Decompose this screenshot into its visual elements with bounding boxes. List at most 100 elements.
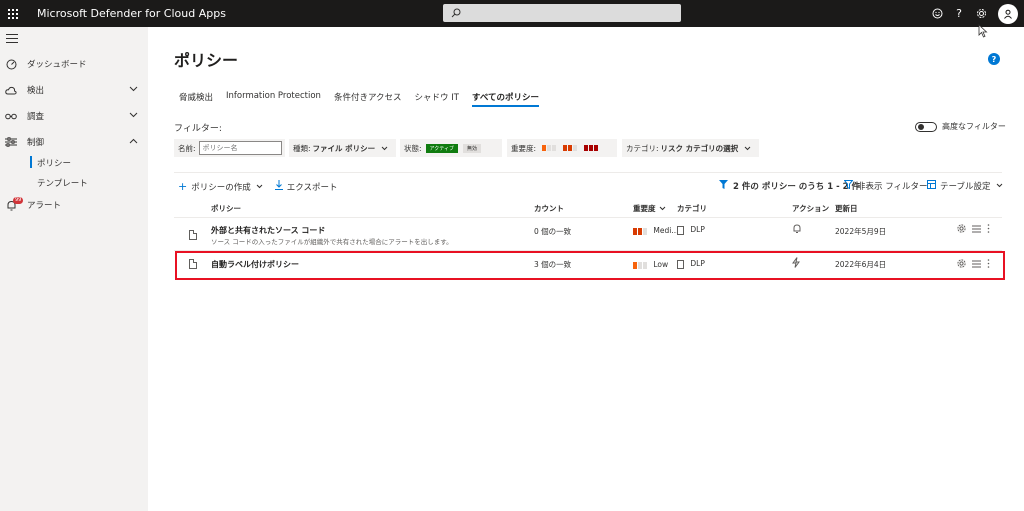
row-actions <box>951 224 990 236</box>
export-button[interactable]: エクスポート <box>274 180 338 193</box>
divider <box>174 172 1002 173</box>
tab-bar: 脅威検出 Information Protection 条件付きアクセス シャド… <box>179 91 552 107</box>
chevron-down-icon[interactable] <box>129 85 138 95</box>
severity-medium-icon <box>633 227 648 235</box>
sidebar-item-investigate[interactable]: 調査 <box>0 106 148 126</box>
sliders-icon <box>5 136 17 148</box>
column-header-severity[interactable]: 重要度 <box>633 203 666 214</box>
filter-label: フィルター: <box>174 124 222 134</box>
plus-icon: + <box>178 180 188 193</box>
more-options-icon[interactable] <box>987 224 990 236</box>
severity-low-chip[interactable] <box>542 145 557 151</box>
advanced-filter-toggle[interactable]: 高度なフィルター <box>915 121 1006 132</box>
hide-filters-label: 非表示 フィルター <box>857 182 928 192</box>
table-settings-button[interactable]: テーブル設定 <box>927 180 1003 192</box>
sidebar-item-label: ダッシュボード <box>27 60 87 70</box>
column-header-updated[interactable]: 更新日 <box>835 203 858 214</box>
hamburger-menu-icon[interactable] <box>6 34 18 46</box>
sidebar-item-discover[interactable]: 検出 <box>0 80 148 100</box>
top-bar: Microsoft Defender for Cloud Apps ? <box>0 0 1024 27</box>
sidebar-item-control[interactable]: 制御 <box>0 132 148 152</box>
category-text: DLP <box>690 225 705 234</box>
result-count: 2 件の ポリシー のうち 1 - 2 件 <box>719 180 860 192</box>
severity-cell: Medi... <box>633 226 678 235</box>
list-icon[interactable] <box>972 225 981 236</box>
advanced-filter-label: 高度なフィルター <box>942 122 1006 131</box>
sidebar-subitem-policies[interactable]: ポリシー <box>29 156 71 169</box>
cloud-icon <box>5 84 17 96</box>
mouse-cursor-icon <box>978 24 988 41</box>
search-input[interactable] <box>443 4 681 22</box>
highlight-box <box>175 251 1005 280</box>
policy-name[interactable]: 外部と共有されたソース コード <box>211 225 325 236</box>
file-policy-icon <box>189 230 197 240</box>
tab-threat-detection[interactable]: 脅威検出 <box>179 91 213 107</box>
severity-high-chip[interactable] <box>584 145 599 151</box>
alert-icon: 99 <box>5 197 24 211</box>
glasses-icon <box>5 110 17 122</box>
status-filter-label: 状態: <box>404 143 422 153</box>
create-policy-button[interactable]: + ポリシーの作成 <box>178 180 263 193</box>
tab-shadow-it[interactable]: シャドウ IT <box>415 91 459 107</box>
table-settings-label: テーブル設定 <box>940 182 991 192</box>
severity-medium-chip[interactable] <box>563 145 578 151</box>
sidebar-item-label: 検出 <box>27 86 45 96</box>
export-label: エクスポート <box>286 182 338 193</box>
category-filter-label: カテゴリ: <box>626 143 659 153</box>
sidebar: ダッシュボード 検出 調査 制御 ポリシー テンプレート 99 アラート <box>0 27 148 511</box>
table-row[interactable]: 外部と共有されたソース コード ソース コードの入ったファイルが組織外で共有され… <box>174 222 1002 250</box>
severity-filter-label: 重要度: <box>511 143 537 153</box>
app-launcher-icon[interactable] <box>0 0 26 27</box>
category-filter-value: リスク カテゴリの選択 <box>660 143 739 153</box>
column-header-count[interactable]: カウント <box>534 203 564 214</box>
tab-all-policies[interactable]: すべてのポリシー <box>471 91 540 107</box>
smiley-icon[interactable] <box>926 0 948 27</box>
category-cell: DLP <box>677 225 705 235</box>
user-avatar-icon[interactable] <box>998 3 1018 24</box>
match-count[interactable]: 0 個の一致 <box>534 226 571 237</box>
help-icon[interactable]: ? <box>988 53 1000 65</box>
alert-count-badge: 99 <box>13 197 24 204</box>
sidebar-item-dashboard[interactable]: ダッシュボード <box>0 54 148 74</box>
chevron-up-icon[interactable] <box>129 137 138 147</box>
tab-information-protection[interactable]: Information Protection <box>226 91 321 107</box>
category-filter-dropdown[interactable]: カテゴリ: リスク カテゴリの選択 <box>622 139 759 157</box>
column-header-policy[interactable]: ポリシー <box>211 203 241 214</box>
status-active-chip[interactable]: アクティブ <box>425 143 458 153</box>
sidebar-item-label: 調査 <box>27 112 45 122</box>
policy-name-input[interactable] <box>198 141 282 155</box>
header-divider <box>174 217 1002 218</box>
column-header-category[interactable]: カテゴリ <box>677 203 707 214</box>
table-settings-icon <box>927 180 936 192</box>
create-policy-label: ポリシーの作成 <box>191 182 251 193</box>
column-header-action[interactable]: アクション <box>792 203 829 214</box>
severity-text: Medi... <box>653 226 679 235</box>
search-icon <box>451 8 461 18</box>
dashboard-icon <box>5 58 17 70</box>
type-filter-dropdown[interactable]: 種類: ファイル ポリシー <box>289 139 396 157</box>
page-title: ポリシー <box>174 51 239 70</box>
sidebar-item-label: 制御 <box>27 138 45 148</box>
result-count-text: 2 件の ポリシー のうち 1 - 2 件 <box>733 182 860 192</box>
tab-conditional-access[interactable]: 条件付きアクセス <box>334 91 402 107</box>
app-title[interactable]: Microsoft Defender for Cloud Apps <box>37 7 226 20</box>
sidebar-subitem-templates[interactable]: テンプレート <box>37 177 88 189</box>
chevron-down-icon[interactable] <box>129 111 138 121</box>
type-filter-label: 種類: <box>293 143 311 153</box>
chevron-down-icon <box>996 181 1003 191</box>
sidebar-item-alerts[interactable]: 99 アラート <box>0 195 148 215</box>
help-icon[interactable]: ? <box>948 0 970 27</box>
filter-outline-icon <box>843 180 854 192</box>
status-inactive-chip[interactable]: 無効 <box>462 143 481 153</box>
toggle-switch[interactable] <box>915 121 937 132</box>
severity-filter: 重要度: <box>507 139 617 157</box>
severity-header-label: 重要度 <box>633 204 656 213</box>
policy-description: ソース コードの入ったファイルが組織外で共有された場合にアラートを出します。 <box>211 238 453 246</box>
status-filter: 状態: アクティブ 無効 <box>400 139 502 157</box>
chevron-down-icon <box>256 182 263 192</box>
settings-gear-icon[interactable] <box>957 224 966 236</box>
chevron-down-icon <box>381 144 388 153</box>
hide-filters-button[interactable]: 非表示 フィルター <box>843 180 928 192</box>
gear-icon[interactable] <box>970 0 992 27</box>
name-filter-label: 名前: <box>178 143 196 153</box>
